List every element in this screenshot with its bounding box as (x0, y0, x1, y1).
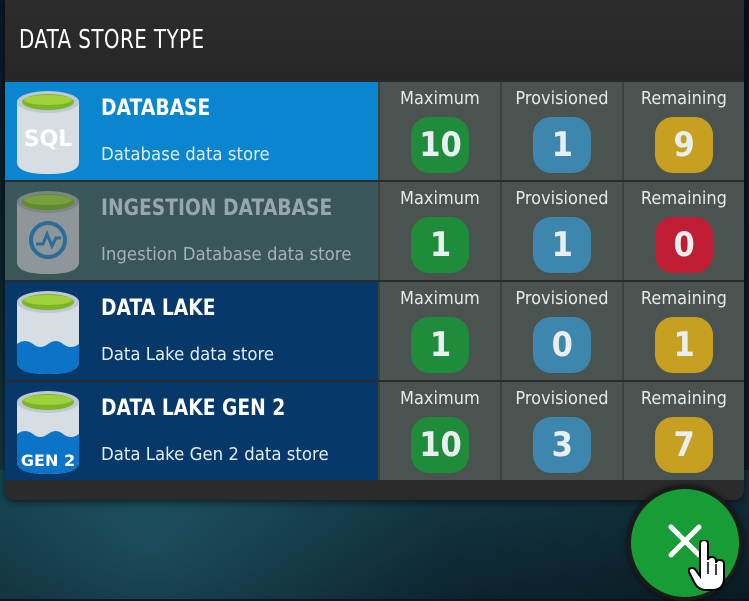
remaining-badge: 0 (655, 217, 714, 273)
remaining-cell: Remaining 0 (622, 182, 745, 280)
remaining-label: Remaining (641, 288, 728, 309)
provisioned-cell: Provisioned 3 (500, 382, 623, 480)
svg-text:SQL: SQL (24, 127, 73, 152)
maximum-cell: Maximum 1 (378, 182, 501, 280)
provisioned-label: Provisioned (515, 88, 609, 109)
maximum-badge: 10 (411, 117, 470, 173)
data-store-description: Data Lake data store (101, 344, 275, 365)
provisioned-badge: 1 (533, 117, 592, 173)
data-store-row-data-lake[interactable]: DATA LAKE Data Lake data store Maximum 1… (5, 282, 745, 380)
ingestion-database-icon (5, 182, 101, 280)
data-store-description: Database data store (101, 144, 270, 165)
maximum-cell: Maximum 1 (378, 282, 501, 380)
provisioned-cell: Provisioned 1 (500, 182, 623, 280)
remaining-cell: Remaining 1 (622, 282, 745, 380)
provisioned-badge: 1 (533, 217, 592, 273)
page-title: DATA STORE TYPE (19, 25, 205, 55)
maximum-cell: Maximum 10 (378, 382, 501, 480)
remaining-label: Remaining (641, 88, 728, 109)
remaining-label: Remaining (641, 188, 728, 209)
data-store-description: Ingestion Database data store (101, 244, 352, 265)
data-store-list: SQL DATABASE Database data store Maximum… (5, 82, 745, 482)
data-store-description: Data Lake Gen 2 data store (101, 444, 329, 465)
provisioned-label: Provisioned (515, 188, 609, 209)
maximum-badge: 1 (411, 217, 470, 273)
data-store-name: INGESTION DATABASE (101, 196, 333, 221)
provisioned-cell: Provisioned 1 (500, 82, 623, 180)
panel-header: DATA STORE TYPE (5, 0, 744, 80)
data-store-type-data-lake-gen2[interactable]: GEN 2 DATA LAKE GEN 2 Data Lake Gen 2 da… (5, 382, 379, 480)
maximum-label: Maximum (400, 188, 481, 209)
remaining-cell: Remaining 7 (622, 382, 745, 480)
data-store-row-database[interactable]: SQL DATABASE Database data store Maximum… (5, 82, 745, 180)
remaining-badge: 9 (655, 117, 714, 173)
sql-database-icon: SQL (5, 82, 101, 180)
provisioned-badge: 3 (533, 417, 592, 473)
provisioned-label: Provisioned (515, 288, 609, 309)
data-lake-icon (5, 282, 101, 380)
remaining-cell: Remaining 9 (622, 82, 745, 180)
data-store-type-ingestion-database[interactable]: INGESTION DATABASE Ingestion Database da… (5, 182, 379, 280)
data-store-type-panel: DATA STORE TYPE SQL DATABASE Database da… (5, 0, 745, 500)
data-store-name: DATA LAKE (101, 296, 216, 321)
maximum-badge: 10 (411, 417, 470, 473)
data-store-name: DATABASE (101, 96, 211, 121)
remaining-badge: 7 (655, 417, 714, 473)
remaining-badge: 1 (655, 317, 714, 373)
data-lake-gen2-icon: GEN 2 (5, 382, 101, 480)
provisioned-cell: Provisioned 0 (500, 282, 623, 380)
data-store-row-ingestion-database[interactable]: INGESTION DATABASE Ingestion Database da… (5, 182, 745, 280)
svg-text:GEN 2: GEN 2 (21, 451, 75, 470)
maximum-label: Maximum (400, 88, 481, 109)
data-store-type-data-lake[interactable]: DATA LAKE Data Lake data store (5, 282, 379, 380)
provisioned-label: Provisioned (515, 388, 609, 409)
data-store-row-data-lake-gen2[interactable]: GEN 2 DATA LAKE GEN 2 Data Lake Gen 2 da… (5, 382, 745, 480)
remaining-label: Remaining (641, 388, 728, 409)
maximum-label: Maximum (400, 388, 481, 409)
hand-pointer-cursor-icon (687, 538, 728, 596)
provisioned-badge: 0 (533, 317, 592, 373)
data-store-name: DATA LAKE GEN 2 (101, 396, 286, 421)
maximum-label: Maximum (400, 288, 481, 309)
maximum-cell: Maximum 10 (378, 82, 501, 180)
data-store-type-database[interactable]: SQL DATABASE Database data store (5, 82, 379, 180)
maximum-badge: 1 (411, 317, 470, 373)
